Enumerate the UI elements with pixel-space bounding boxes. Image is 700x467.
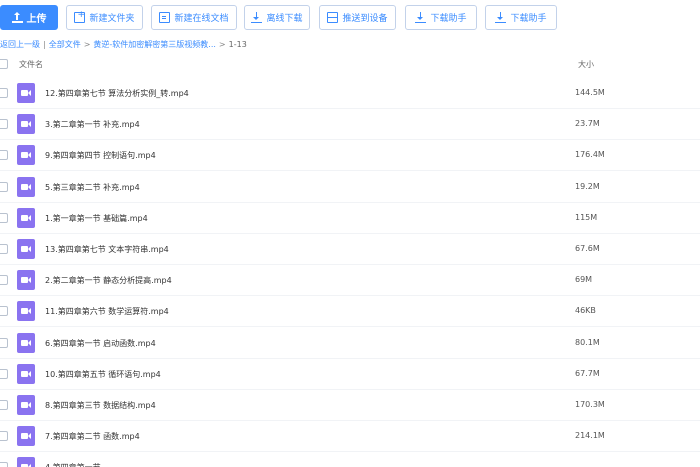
file-size: 19.2M xyxy=(575,181,600,191)
file-size: 176.4M xyxy=(575,150,605,160)
file-size: 170.3M xyxy=(575,400,605,409)
download-icon xyxy=(415,12,427,23)
send-to-device-label: 推送到设备 xyxy=(342,14,388,24)
file-size: 23.7M xyxy=(575,119,600,129)
row-checkbox[interactable] xyxy=(0,368,8,379)
new-folder-button[interactable]: 新建文件夹 xyxy=(66,5,143,30)
file-name[interactable]: 2.第二章第一节 静态分析提高.mp4 xyxy=(45,275,172,286)
offline-download-button[interactable]: 离线下载 xyxy=(244,5,310,30)
download-helper-button-2[interactable]: 下载助手 xyxy=(485,5,557,30)
video-file-icon xyxy=(17,207,35,228)
video-file-icon xyxy=(17,363,35,384)
new-folder-label: 新建文件夹 xyxy=(89,14,135,24)
download-helper-label-2: 下载助手 xyxy=(510,14,547,24)
video-file-icon xyxy=(17,301,35,322)
file-name[interactable]: 11.第四章第六节 数学运算符.mp4 xyxy=(45,306,169,317)
video-file-icon xyxy=(17,332,35,353)
download-icon xyxy=(495,12,507,23)
breadcrumb-separator: | xyxy=(43,39,46,49)
download-helper-label-1: 下载助手 xyxy=(430,14,467,24)
offline-download-label: 离线下载 xyxy=(266,14,303,24)
table-row[interactable]: 13.第四章第七节 文本字符串.mp4 67.6M xyxy=(0,234,700,265)
table-row[interactable]: 3.第二章第一节 补充.mp4 23.7M xyxy=(0,109,700,141)
breadcrumb-separator: > xyxy=(218,39,226,49)
download-helper-button-1[interactable]: 下载助手 xyxy=(405,5,477,30)
upload-label: 上传 xyxy=(26,14,47,25)
column-header-name[interactable]: 文件名 xyxy=(19,59,43,70)
upload-button[interactable]: 上传 xyxy=(0,5,58,30)
table-row[interactable]: 12.第四章第七节 算法分析实例_转.mp4 144.5M xyxy=(0,78,700,109)
file-size: 46KB xyxy=(575,306,596,316)
table-row[interactable]: 7.第四章第二节 函数.mp4 214.1M xyxy=(0,421,700,453)
breadcrumb-folder-link[interactable]: 黄逆-软件加密解密第三版视频教... xyxy=(93,39,216,50)
row-checkbox[interactable] xyxy=(0,119,8,130)
file-size: 115M xyxy=(575,212,598,222)
file-size: ... xyxy=(575,462,583,467)
video-file-icon xyxy=(17,270,35,291)
file-name[interactable]: 4.第四章第一节 ... xyxy=(45,462,111,467)
file-name[interactable]: 5.第三章第二节 补充.mp4 xyxy=(45,182,140,193)
breadcrumb-all-files-link[interactable]: 全部文件 xyxy=(49,39,81,50)
breadcrumb: 返回上一级 | 全部文件 > 黄逆-软件加密解密第三版视频教... > 1-13 xyxy=(0,38,247,50)
file-name[interactable]: 8.第四章第三节 数据结构.mp4 xyxy=(45,400,156,411)
row-checkbox[interactable] xyxy=(0,212,8,223)
row-checkbox[interactable] xyxy=(0,181,8,192)
table-row[interactable]: 2.第二章第一节 静态分析提高.mp4 69M xyxy=(0,265,700,297)
table-row[interactable]: 4.第四章第一节 ...... xyxy=(0,452,700,467)
video-file-icon xyxy=(17,145,35,166)
video-file-icon xyxy=(17,176,35,197)
download-icon xyxy=(251,12,263,23)
video-file-icon xyxy=(17,83,35,103)
video-file-icon xyxy=(17,395,35,415)
table-row[interactable]: 6.第四章第一节 启动函数.mp4 80.1M xyxy=(0,328,700,359)
file-name[interactable]: 10.第四章第五节 循环语句.mp4 xyxy=(45,369,161,380)
doc-icon xyxy=(159,12,171,23)
file-size: 69M xyxy=(575,275,593,285)
video-file-icon xyxy=(17,426,35,447)
table-row[interactable]: 1.第一章第一节 基础篇.mp4 115M xyxy=(0,203,700,234)
breadcrumb-current: 1-13 xyxy=(228,39,247,49)
row-checkbox[interactable] xyxy=(0,400,8,410)
file-name[interactable]: 12.第四章第七节 算法分析实例_转.mp4 xyxy=(45,88,189,99)
table-header: 文件名 大小 xyxy=(0,54,700,74)
file-size: 67.6M xyxy=(575,244,600,253)
device-icon xyxy=(327,12,339,23)
toolbar: 上传 新建文件夹 新建在线文档 离线下载 推送到设备 下载助手 下载助手 xyxy=(0,5,700,30)
video-file-icon xyxy=(17,114,35,135)
file-name[interactable]: 6.第四章第一节 启动函数.mp4 xyxy=(45,338,156,349)
table-row[interactable]: 5.第三章第二节 补充.mp4 19.2M xyxy=(0,172,700,203)
new-online-doc-button[interactable]: 新建在线文档 xyxy=(151,5,237,30)
file-size: 144.5M xyxy=(575,88,605,97)
row-checkbox[interactable] xyxy=(0,462,8,467)
table-row[interactable]: 9.第四章第四节 控制语句.mp4 176.4M xyxy=(0,140,700,172)
file-size: 80.1M xyxy=(575,337,600,347)
breadcrumb-separator: > xyxy=(83,39,91,49)
file-name[interactable]: 1.第一章第一节 基础篇.mp4 xyxy=(45,213,148,224)
upload-icon xyxy=(11,12,23,23)
table-row[interactable]: 8.第四章第三节 数据结构.mp4 170.3M xyxy=(0,390,700,421)
send-to-device-button[interactable]: 推送到设备 xyxy=(319,5,396,30)
folder-add-icon xyxy=(74,10,86,23)
file-name[interactable]: 9.第四章第四节 控制语句.mp4 xyxy=(45,150,156,161)
row-checkbox[interactable] xyxy=(0,244,8,254)
file-size: 214.1M xyxy=(575,431,605,441)
select-all-checkbox[interactable] xyxy=(0,59,8,69)
file-size: 67.7M xyxy=(575,368,600,378)
row-checkbox[interactable] xyxy=(0,150,8,161)
column-header-size[interactable]: 大小 xyxy=(578,59,594,70)
new-online-doc-label: 新建在线文档 xyxy=(174,14,229,24)
row-checkbox[interactable] xyxy=(0,275,8,286)
file-name[interactable]: 7.第四章第二节 函数.mp4 xyxy=(45,431,140,442)
video-file-icon xyxy=(17,457,35,467)
table-row[interactable]: 11.第四章第六节 数学运算符.mp4 46KB xyxy=(0,296,700,328)
row-checkbox[interactable] xyxy=(0,431,8,442)
video-file-icon xyxy=(17,239,35,259)
table-row[interactable]: 10.第四章第五节 循环语句.mp4 67.7M xyxy=(0,359,700,390)
breadcrumb-back-link[interactable]: 返回上一级 xyxy=(0,39,40,50)
file-name[interactable]: 3.第二章第一节 补充.mp4 xyxy=(45,119,140,130)
row-checkbox[interactable] xyxy=(0,337,8,348)
row-checkbox[interactable] xyxy=(0,306,8,317)
row-checkbox[interactable] xyxy=(0,88,8,98)
file-name[interactable]: 13.第四章第七节 文本字符串.mp4 xyxy=(45,244,169,255)
